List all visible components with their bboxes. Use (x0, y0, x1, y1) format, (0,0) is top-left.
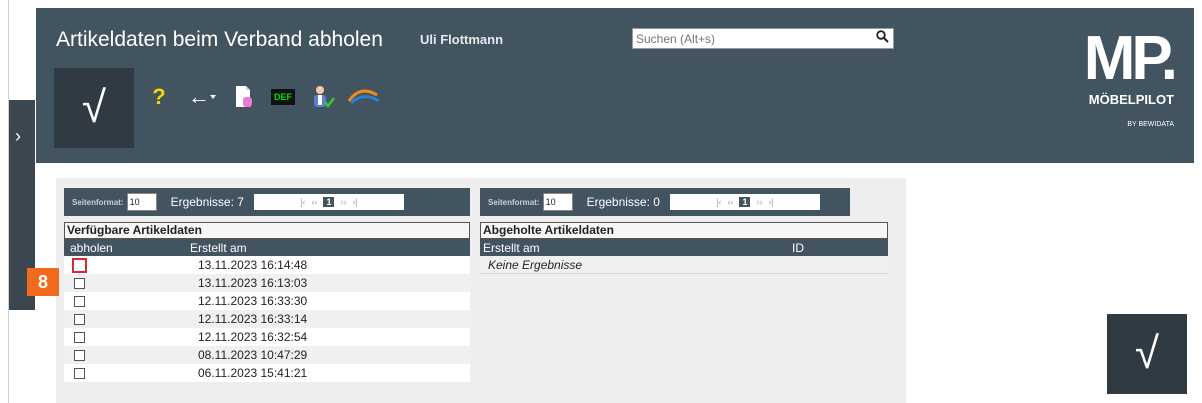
confirm-button[interactable]: √ (54, 68, 134, 148)
fetch-checkbox[interactable] (74, 349, 85, 361)
column-header-id[interactable]: ID (792, 241, 804, 255)
page-title: Artikeldaten beim Verband abholen (56, 28, 383, 51)
created-cell: 13.11.2023 16:13:03 (198, 276, 308, 290)
page-header: Artikeldaten beim Verband abholen Uli Fl… (36, 8, 1194, 163)
grid-header: Erstellt am ID (480, 239, 888, 256)
created-cell: 08.11.2023 10:47:29 (198, 348, 308, 362)
created-cell: 13.11.2023 16:14:48 (198, 258, 308, 272)
pager-current[interactable]: 1 (323, 197, 335, 207)
pager-next[interactable]: ›› (340, 197, 346, 207)
pager: |‹ ‹‹ 1 ›› ›| (253, 194, 404, 210)
table-row: 08.11.2023 10:47:29 (64, 346, 470, 364)
def-button[interactable]: DEF (268, 84, 298, 110)
dropdown-caret-icon (210, 95, 216, 99)
column-header-created[interactable]: Erstellt am (190, 241, 247, 255)
brand-sub: BY BEWIDATA (1127, 121, 1174, 128)
table-row: 13.11.2023 16:13:03 (64, 274, 470, 292)
available-pager-bar: Seitenformat: 10 Ergebnisse: 7 |‹ ‹‹ 1 ›… (64, 188, 470, 216)
def-label: DEF (271, 89, 295, 105)
brand-mark: MP. (1083, 24, 1178, 93)
column-header-abholen[interactable]: abholen (64, 241, 190, 255)
fetched-pager-bar: Seitenformat: 10 Ergebnisse: 0 |‹ ‹‹ 1 ›… (480, 188, 850, 216)
page-format-input[interactable]: 10 (542, 193, 573, 211)
brand-logo: MP. MÖBELPILOT BY BEWIDATA (1064, 24, 1178, 129)
page-format-label: Seitenformat: (72, 197, 124, 207)
grid-header: abholen Erstellt am (64, 239, 470, 256)
column-header-created[interactable]: Erstellt am (480, 241, 792, 255)
results-count: Ergebnisse: 7 (170, 195, 244, 209)
pager-first[interactable]: |‹ (716, 197, 721, 207)
window-left-edge (0, 0, 9, 403)
document-hand-icon[interactable] (232, 84, 256, 110)
search-icon[interactable] (876, 30, 889, 46)
search-input[interactable] (633, 29, 869, 48)
page-format-input[interactable]: 10 (126, 193, 157, 211)
table-row: 12.11.2023 16:32:54 (64, 328, 470, 346)
fetch-checkbox[interactable] (74, 331, 85, 343)
pager-current[interactable]: 1 (739, 197, 751, 207)
fetch-checkbox[interactable] (74, 367, 85, 379)
fetch-checkbox[interactable] (74, 277, 85, 289)
chevron-right-icon: › (15, 126, 21, 146)
table-row: 12.11.2023 16:33:14 (64, 310, 470, 328)
transfer-swoosh-icon[interactable] (346, 84, 382, 110)
created-cell: 12.11.2023 16:32:54 (198, 330, 308, 344)
created-cell: 12.11.2023 16:33:14 (198, 312, 308, 326)
pager-prev[interactable]: ‹‹ (727, 197, 733, 207)
pager-last[interactable]: ›| (352, 197, 357, 207)
empty-row: Keine Ergebnisse (480, 256, 888, 274)
table-row: 06.11.2023 15:41:21 (64, 364, 470, 382)
brand-name: MÖBELPILOT (1088, 92, 1174, 107)
empty-text: Keine Ergebnisse (488, 257, 583, 272)
created-cell: 12.11.2023 16:33:30 (198, 294, 308, 308)
table-row: 12.11.2023 16:33:30 (64, 292, 470, 310)
grid-title: Verfügbare Artikeldaten (64, 222, 470, 239)
arrow-left-icon: ← (188, 84, 210, 109)
help-icon[interactable]: ? (152, 84, 166, 110)
search-box (632, 28, 894, 49)
table-row: 13.11.2023 16:14:48 (64, 256, 470, 274)
pager-last[interactable]: ›| (768, 197, 773, 207)
content-area: Seitenformat: 10 Ergebnisse: 7 |‹ ‹‹ 1 ›… (56, 178, 906, 403)
person-check-icon[interactable] (308, 84, 338, 110)
fetch-checkbox[interactable] (74, 295, 85, 307)
created-cell: 06.11.2023 15:41:21 (198, 366, 308, 380)
available-grid: Verfügbare Artikeldaten abholen Erstellt… (64, 222, 470, 382)
pager: |‹ ‹‹ 1 ›› ›| (669, 194, 820, 210)
pager-prev[interactable]: ‹‹ (311, 197, 317, 207)
fetch-checkbox[interactable] (74, 313, 85, 325)
confirm-corner-button[interactable]: √ (1107, 314, 1187, 394)
page-format-label: Seitenformat: (488, 197, 540, 207)
pager-first[interactable]: |‹ (300, 197, 305, 207)
results-count: Ergebnisse: 0 (586, 195, 660, 209)
step-badge: 8 (27, 268, 59, 296)
fetched-grid: Abgeholte Artikeldaten Erstellt am ID Ke… (480, 222, 888, 274)
back-menu-button[interactable]: ← (188, 84, 216, 110)
user-name: Uli Flottmann (420, 32, 504, 47)
pager-next[interactable]: ›› (756, 197, 762, 207)
fetch-checkbox[interactable] (72, 257, 87, 273)
grid-title: Abgeholte Artikeldaten (480, 222, 888, 239)
